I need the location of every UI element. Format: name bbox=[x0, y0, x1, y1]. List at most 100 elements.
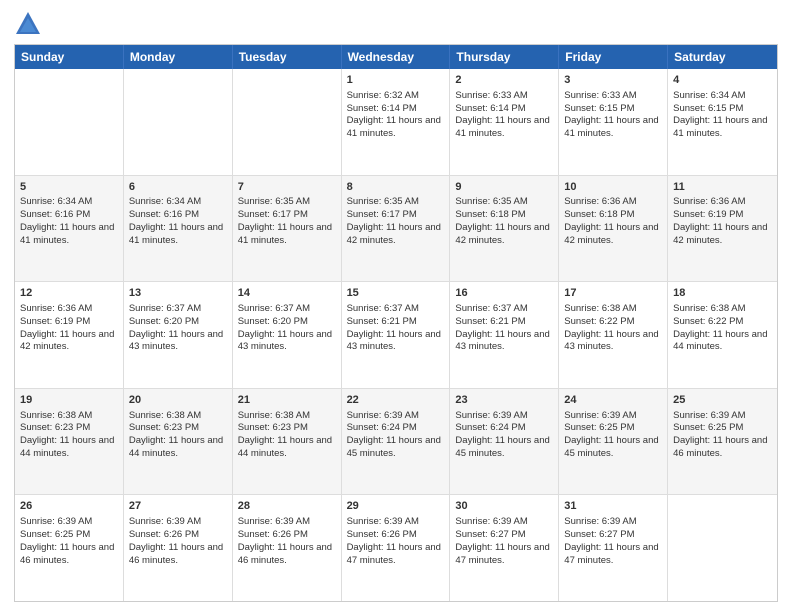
calendar-week-2: 5Sunrise: 6:34 AM Sunset: 6:16 PM Daylig… bbox=[15, 176, 777, 283]
calendar-week-3: 12 Sunrise: 6:36 AM Sunset: 6:19 PM Dayli… bbox=[15, 282, 777, 389]
calendar-cell: 24 Sunrise: 6:39 AM Sunset: 6:25 PM Dayli… bbox=[559, 389, 668, 495]
header-day-thursday: Thursday bbox=[450, 45, 559, 69]
calendar-cell bbox=[15, 69, 124, 175]
day-number: 10 bbox=[564, 180, 662, 195]
calendar-week-4: 19Sunrise: 6:38 AM Sunset: 6:23 PM Dayli… bbox=[15, 389, 777, 496]
logo-area bbox=[14, 10, 46, 38]
day-info: Sunrise: 6:34 AM Sunset: 6:16 PM Dayligh… bbox=[20, 196, 114, 245]
header bbox=[14, 10, 778, 38]
day-number: 24 bbox=[564, 393, 662, 408]
calendar-cell: 30Sunrise: 6:39 AM Sunset: 6:27 PM Dayli… bbox=[450, 495, 559, 601]
day-number: 15 bbox=[347, 286, 445, 301]
day-number: 7 bbox=[238, 180, 336, 195]
calendar-cell: 6Sunrise: 6:34 AM Sunset: 6:16 PM Daylig… bbox=[124, 176, 233, 282]
day-info: Sunrise: 6:39 AM Sunset: 6:25 PM Dayligh… bbox=[20, 516, 114, 565]
day-info: Sunrise: 6:36 AM Sunset: 6:19 PM Dayligh… bbox=[20, 303, 114, 352]
day-info: Sunrise: 6:39 AM Sunset: 6:27 PM Dayligh… bbox=[564, 516, 658, 565]
day-number: 20 bbox=[129, 393, 227, 408]
day-info: Sunrise: 6:35 AM Sunset: 6:17 PM Dayligh… bbox=[347, 196, 441, 245]
calendar-cell: 28 Sunrise: 6:39 AM Sunset: 6:26 PM Dayli… bbox=[233, 495, 342, 601]
day-info: Sunrise: 6:39 AM Sunset: 6:26 PM Dayligh… bbox=[238, 516, 332, 565]
header-day-monday: Monday bbox=[124, 45, 233, 69]
day-number: 16 bbox=[455, 286, 553, 301]
calendar-week-5: 26 Sunrise: 6:39 AM Sunset: 6:25 PM Dayli… bbox=[15, 495, 777, 601]
day-info: Sunrise: 6:37 AM Sunset: 6:20 PM Dayligh… bbox=[129, 303, 223, 352]
calendar-cell: 17 Sunrise: 6:38 AM Sunset: 6:22 PM Dayli… bbox=[559, 282, 668, 388]
header-day-saturday: Saturday bbox=[668, 45, 777, 69]
day-info: Sunrise: 6:39 AM Sunset: 6:26 PM Dayligh… bbox=[129, 516, 223, 565]
day-number: 27 bbox=[129, 499, 227, 514]
day-number: 29 bbox=[347, 499, 445, 514]
calendar-cell: 9Sunrise: 6:35 AM Sunset: 6:18 PM Daylig… bbox=[450, 176, 559, 282]
calendar-cell: 13 Sunrise: 6:37 AM Sunset: 6:20 PM Dayli… bbox=[124, 282, 233, 388]
day-number: 2 bbox=[455, 73, 553, 88]
calendar-cell: 27 Sunrise: 6:39 AM Sunset: 6:26 PM Dayli… bbox=[124, 495, 233, 601]
header-day-friday: Friday bbox=[559, 45, 668, 69]
day-number: 28 bbox=[238, 499, 336, 514]
day-number: 1 bbox=[347, 73, 445, 88]
header-day-tuesday: Tuesday bbox=[233, 45, 342, 69]
day-number: 25 bbox=[673, 393, 772, 408]
day-number: 13 bbox=[129, 286, 227, 301]
day-info: Sunrise: 6:39 AM Sunset: 6:25 PM Dayligh… bbox=[564, 410, 658, 459]
calendar-cell: 21 Sunrise: 6:38 AM Sunset: 6:23 PM Dayli… bbox=[233, 389, 342, 495]
calendar-week-1: 1 Sunrise: 6:32 AM Sunset: 6:14 PM Daylig… bbox=[15, 69, 777, 176]
day-number: 3 bbox=[564, 73, 662, 88]
day-number: 21 bbox=[238, 393, 336, 408]
calendar-cell: 12 Sunrise: 6:36 AM Sunset: 6:19 PM Dayli… bbox=[15, 282, 124, 388]
day-number: 9 bbox=[455, 180, 553, 195]
day-info: Sunrise: 6:36 AM Sunset: 6:18 PM Dayligh… bbox=[564, 196, 658, 245]
calendar-cell bbox=[124, 69, 233, 175]
calendar-cell: 4 Sunrise: 6:34 AM Sunset: 6:15 PM Daylig… bbox=[668, 69, 777, 175]
calendar-header: SundayMondayTuesdayWednesdayThursdayFrid… bbox=[15, 45, 777, 69]
day-number: 17 bbox=[564, 286, 662, 301]
calendar-cell: 11Sunrise: 6:36 AM Sunset: 6:19 PM Dayli… bbox=[668, 176, 777, 282]
day-number: 22 bbox=[347, 393, 445, 408]
logo-icon bbox=[14, 10, 42, 38]
calendar-cell: 22Sunrise: 6:39 AM Sunset: 6:24 PM Dayli… bbox=[342, 389, 451, 495]
calendar-cell: 31 Sunrise: 6:39 AM Sunset: 6:27 PM Dayli… bbox=[559, 495, 668, 601]
day-info: Sunrise: 6:39 AM Sunset: 6:26 PM Dayligh… bbox=[347, 516, 441, 565]
day-number: 23 bbox=[455, 393, 553, 408]
day-number: 18 bbox=[673, 286, 772, 301]
day-info: Sunrise: 6:35 AM Sunset: 6:17 PM Dayligh… bbox=[238, 196, 332, 245]
day-info: Sunrise: 6:38 AM Sunset: 6:22 PM Dayligh… bbox=[564, 303, 658, 352]
day-info: Sunrise: 6:35 AM Sunset: 6:18 PM Dayligh… bbox=[455, 196, 549, 245]
calendar-cell: 15 Sunrise: 6:37 AM Sunset: 6:21 PM Dayli… bbox=[342, 282, 451, 388]
calendar-cell: 26 Sunrise: 6:39 AM Sunset: 6:25 PM Dayli… bbox=[15, 495, 124, 601]
day-info: Sunrise: 6:38 AM Sunset: 6:23 PM Dayligh… bbox=[129, 410, 223, 459]
calendar-cell: 19Sunrise: 6:38 AM Sunset: 6:23 PM Dayli… bbox=[15, 389, 124, 495]
day-info: Sunrise: 6:39 AM Sunset: 6:27 PM Dayligh… bbox=[455, 516, 549, 565]
day-info: Sunrise: 6:37 AM Sunset: 6:20 PM Dayligh… bbox=[238, 303, 332, 352]
day-number: 12 bbox=[20, 286, 118, 301]
calendar: SundayMondayTuesdayWednesdayThursdayFrid… bbox=[14, 44, 778, 602]
calendar-cell: 8Sunrise: 6:35 AM Sunset: 6:17 PM Daylig… bbox=[342, 176, 451, 282]
calendar-cell: 29 Sunrise: 6:39 AM Sunset: 6:26 PM Dayli… bbox=[342, 495, 451, 601]
day-info: Sunrise: 6:34 AM Sunset: 6:16 PM Dayligh… bbox=[129, 196, 223, 245]
calendar-cell: 5Sunrise: 6:34 AM Sunset: 6:16 PM Daylig… bbox=[15, 176, 124, 282]
calendar-cell: 18Sunrise: 6:38 AM Sunset: 6:22 PM Dayli… bbox=[668, 282, 777, 388]
calendar-cell bbox=[668, 495, 777, 601]
calendar-cell: 16 Sunrise: 6:37 AM Sunset: 6:21 PM Dayli… bbox=[450, 282, 559, 388]
day-info: Sunrise: 6:39 AM Sunset: 6:24 PM Dayligh… bbox=[455, 410, 549, 459]
day-number: 4 bbox=[673, 73, 772, 88]
calendar-cell: 20 Sunrise: 6:38 AM Sunset: 6:23 PM Dayli… bbox=[124, 389, 233, 495]
day-number: 31 bbox=[564, 499, 662, 514]
calendar-cell: 1 Sunrise: 6:32 AM Sunset: 6:14 PM Daylig… bbox=[342, 69, 451, 175]
day-number: 11 bbox=[673, 180, 772, 195]
day-number: 26 bbox=[20, 499, 118, 514]
day-info: Sunrise: 6:32 AM Sunset: 6:14 PM Dayligh… bbox=[347, 90, 441, 139]
calendar-cell: 2 Sunrise: 6:33 AM Sunset: 6:14 PM Daylig… bbox=[450, 69, 559, 175]
day-info: Sunrise: 6:36 AM Sunset: 6:19 PM Dayligh… bbox=[673, 196, 767, 245]
calendar-cell: 25Sunrise: 6:39 AM Sunset: 6:25 PM Dayli… bbox=[668, 389, 777, 495]
day-info: Sunrise: 6:37 AM Sunset: 6:21 PM Dayligh… bbox=[347, 303, 441, 352]
day-number: 6 bbox=[129, 180, 227, 195]
day-info: Sunrise: 6:33 AM Sunset: 6:15 PM Dayligh… bbox=[564, 90, 658, 139]
day-info: Sunrise: 6:37 AM Sunset: 6:21 PM Dayligh… bbox=[455, 303, 549, 352]
calendar-body: 1 Sunrise: 6:32 AM Sunset: 6:14 PM Daylig… bbox=[15, 69, 777, 601]
calendar-cell: 14 Sunrise: 6:37 AM Sunset: 6:20 PM Dayli… bbox=[233, 282, 342, 388]
day-number: 14 bbox=[238, 286, 336, 301]
day-info: Sunrise: 6:38 AM Sunset: 6:23 PM Dayligh… bbox=[238, 410, 332, 459]
day-info: Sunrise: 6:34 AM Sunset: 6:15 PM Dayligh… bbox=[673, 90, 767, 139]
day-info: Sunrise: 6:33 AM Sunset: 6:14 PM Dayligh… bbox=[455, 90, 549, 139]
